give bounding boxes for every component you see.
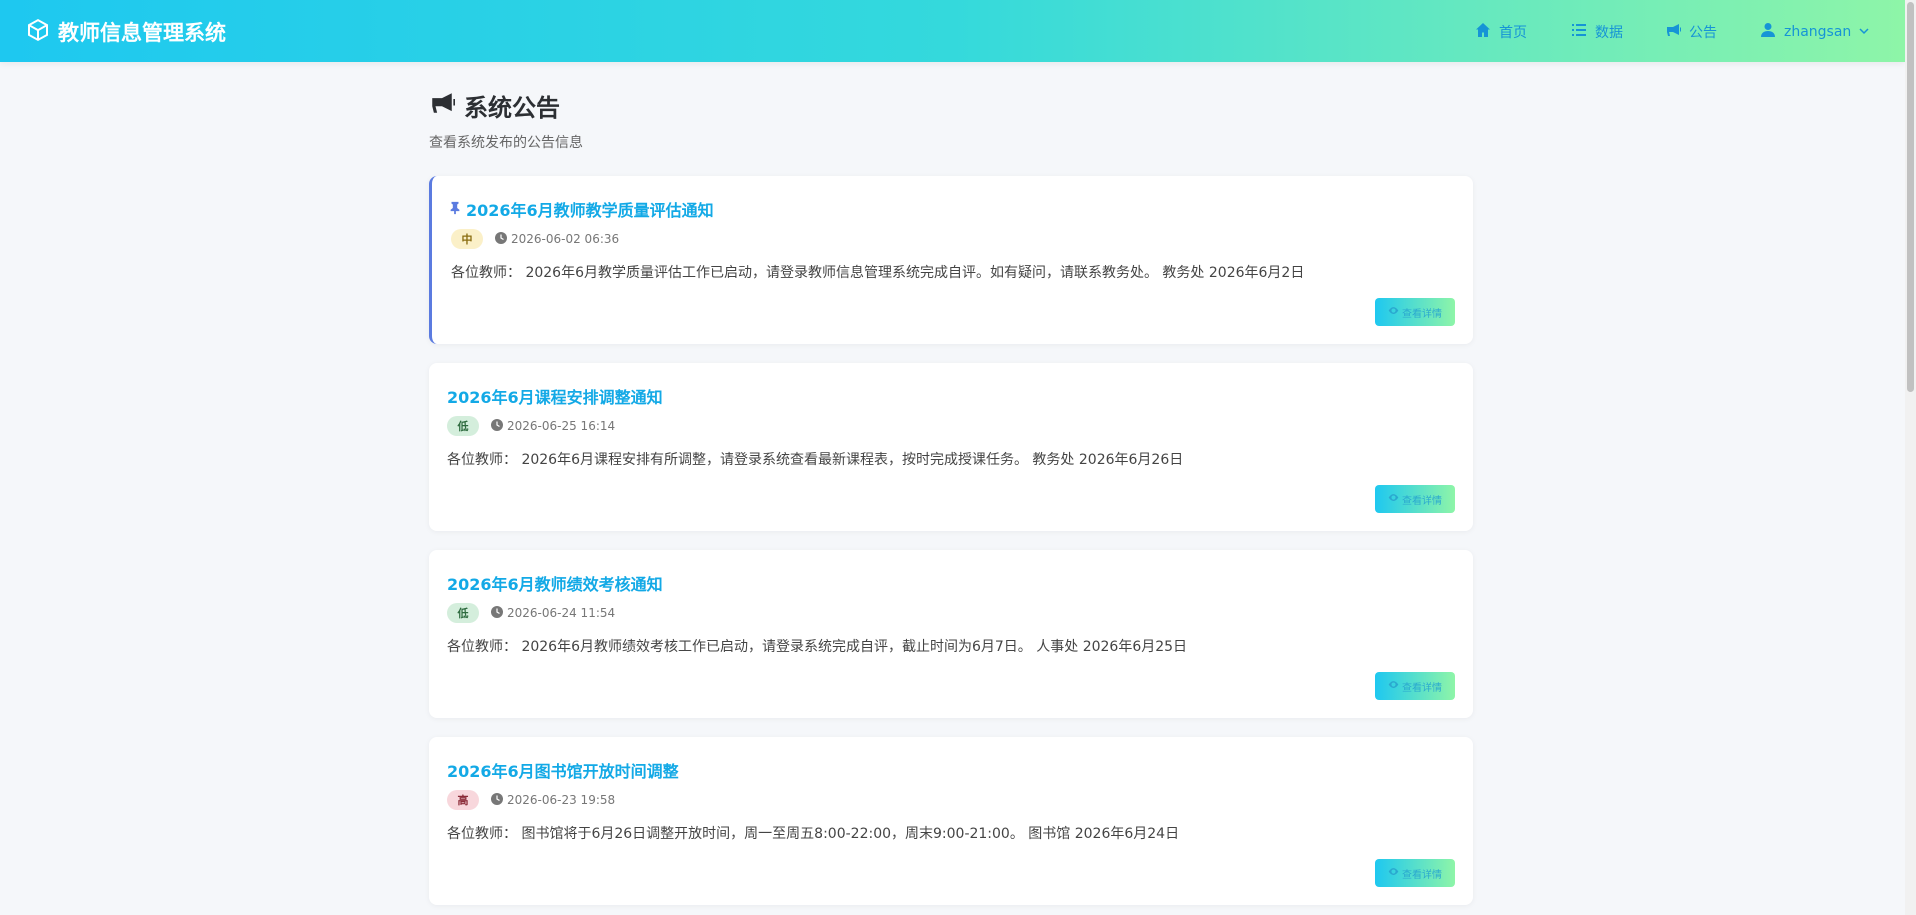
page-subtitle: 查看系统发布的公告信息 bbox=[429, 135, 583, 151]
view-details-button[interactable]: 查看详情 bbox=[1375, 672, 1455, 700]
page-title: 系统公告 bbox=[429, 88, 560, 123]
nav-announcements[interactable]: 公告 bbox=[1665, 22, 1717, 42]
chevron-down-icon bbox=[1859, 24, 1869, 40]
megaphone-icon bbox=[1665, 22, 1681, 42]
announcement-time: 2026-06-23 19:58 bbox=[491, 792, 616, 808]
clock-icon bbox=[491, 605, 503, 621]
announcement-title[interactable]: 2026年6月教师教学质量评估通知 bbox=[448, 197, 714, 221]
view-details-label: 查看详情 bbox=[1402, 869, 1442, 881]
nav-home[interactable]: 首页 bbox=[1475, 22, 1527, 42]
view-details-button[interactable]: 查看详情 bbox=[1375, 485, 1455, 513]
announcement-content: 各位教师： 2026年6月课程安排有所调整，请登录系统查看最新课程表，按时完成授… bbox=[447, 452, 1184, 468]
announcement-time: 2026-06-25 16:14 bbox=[491, 418, 616, 434]
scrollbar-thumb[interactable] bbox=[1907, 2, 1914, 392]
announcement-card: 2026年6月图书馆开放时间调整 高 2026-06-23 19:58 各位教师… bbox=[429, 737, 1473, 905]
announcement-card: 2026年6月教师绩效考核通知 低 2026-06-24 11:54 各位教师：… bbox=[429, 550, 1473, 718]
user-icon bbox=[1760, 22, 1776, 42]
view-details-label: 查看详情 bbox=[1402, 495, 1442, 507]
nav-data-label: 数据 bbox=[1595, 25, 1623, 41]
announcement-time-text: 2026-06-25 16:14 bbox=[507, 419, 616, 433]
eye-icon bbox=[1388, 305, 1399, 319]
announcement-content: 各位教师： 2026年6月教师绩效考核工作已启动，请登录系统完成自评，截止时间为… bbox=[447, 639, 1188, 655]
list-icon bbox=[1571, 22, 1587, 42]
nav-announcements-label: 公告 bbox=[1689, 25, 1717, 41]
user-menu[interactable]: zhangsan bbox=[1760, 22, 1869, 42]
clock-icon bbox=[491, 418, 503, 434]
announcement-title[interactable]: 2026年6月课程安排调整通知 bbox=[447, 384, 663, 408]
view-details-button[interactable]: 查看详情 bbox=[1375, 859, 1455, 887]
username: zhangsan bbox=[1784, 24, 1852, 40]
clock-icon bbox=[491, 792, 503, 808]
eye-icon bbox=[1388, 492, 1399, 506]
priority-badge: 中 bbox=[451, 229, 483, 249]
announcement-title[interactable]: 2026年6月教师绩效考核通知 bbox=[447, 571, 663, 595]
home-icon bbox=[1475, 22, 1491, 42]
announcement-time-text: 2026-06-23 19:58 bbox=[507, 793, 616, 807]
announcement-title[interactable]: 2026年6月图书馆开放时间调整 bbox=[447, 758, 679, 782]
clock-icon bbox=[495, 231, 507, 247]
priority-badge: 高 bbox=[447, 790, 479, 810]
pin-icon bbox=[448, 200, 462, 219]
priority-badge: 低 bbox=[447, 416, 479, 436]
nav-data[interactable]: 数据 bbox=[1571, 22, 1623, 42]
scrollbar[interactable] bbox=[1905, 0, 1916, 915]
nav-home-label: 首页 bbox=[1499, 25, 1527, 41]
announcement-content: 各位教师： 2026年6月教学质量评估工作已启动，请登录教师信息管理系统完成自评… bbox=[451, 265, 1305, 281]
eye-icon bbox=[1388, 866, 1399, 880]
view-details-label: 查看详情 bbox=[1402, 308, 1442, 320]
top-navbar: 教师信息管理系统 首页 数据 公告 zhangsan bbox=[0, 0, 1905, 62]
announcement-time: 2026-06-02 06:36 bbox=[495, 231, 620, 247]
priority-badge: 低 bbox=[447, 603, 479, 623]
announcement-title-text: 2026年6月课程安排调整通知 bbox=[447, 388, 663, 407]
announcement-card: 2026年6月教师教学质量评估通知 中 2026-06-02 06:36 各位教… bbox=[429, 176, 1473, 344]
announcement-card: 2026年6月课程安排调整通知 低 2026-06-25 16:14 各位教师：… bbox=[429, 363, 1473, 531]
eye-icon bbox=[1388, 679, 1399, 693]
megaphone-icon bbox=[429, 90, 455, 122]
view-details-label: 查看详情 bbox=[1402, 682, 1442, 694]
view-details-button[interactable]: 查看详情 bbox=[1375, 298, 1455, 326]
announcement-time: 2026-06-24 11:54 bbox=[491, 605, 616, 621]
announcement-content: 各位教师： 图书馆将于6月26日调整开放时间，周一至周五8:00-22:00，周… bbox=[447, 826, 1180, 842]
announcement-title-text: 2026年6月图书馆开放时间调整 bbox=[447, 762, 679, 781]
page-title-text: 系统公告 bbox=[464, 94, 560, 122]
announcement-time-text: 2026-06-24 11:54 bbox=[507, 606, 616, 620]
announcement-title-text: 2026年6月教师教学质量评估通知 bbox=[466, 201, 714, 220]
announcement-title-text: 2026年6月教师绩效考核通知 bbox=[447, 575, 663, 594]
announcement-time-text: 2026-06-02 06:36 bbox=[511, 232, 620, 246]
